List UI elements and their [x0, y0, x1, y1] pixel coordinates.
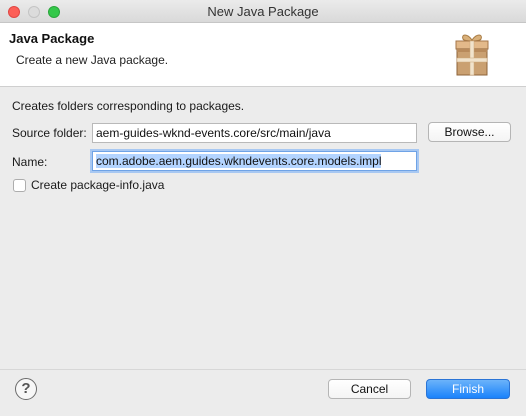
cancel-button[interactable]: Cancel — [328, 379, 411, 399]
new-java-package-dialog: New Java Package Java Package Create a n… — [0, 0, 526, 416]
finish-button[interactable]: Finish — [426, 379, 510, 399]
form-description: Creates folders corresponding to package… — [12, 99, 245, 113]
package-icon — [455, 34, 489, 76]
title-bar: New Java Package — [0, 0, 526, 23]
window-title: New Java Package — [207, 4, 319, 19]
source-folder-label: Source folder: — [12, 126, 87, 140]
wizard-banner: Java Package Create a new Java package. — [0, 23, 526, 87]
page-description: Create a new Java package. — [16, 53, 169, 67]
source-folder-input[interactable]: aem-guides-wknd-events.core/src/main/jav… — [92, 123, 417, 143]
create-package-info-checkbox[interactable] — [13, 179, 26, 192]
footer-divider — [0, 369, 526, 370]
package-name-input[interactable]: com.adobe.aem.guides.wkndevents.core.mod… — [92, 151, 417, 171]
package-name-selection: com.adobe.aem.guides.wkndevents.core.mod… — [96, 154, 382, 168]
name-label: Name: — [12, 155, 48, 169]
create-package-info-label[interactable]: Create package-info.java — [31, 178, 164, 192]
browse-button[interactable]: Browse... — [428, 122, 511, 142]
page-title: Java Package — [9, 31, 95, 46]
help-icon[interactable]: ? — [15, 378, 37, 400]
